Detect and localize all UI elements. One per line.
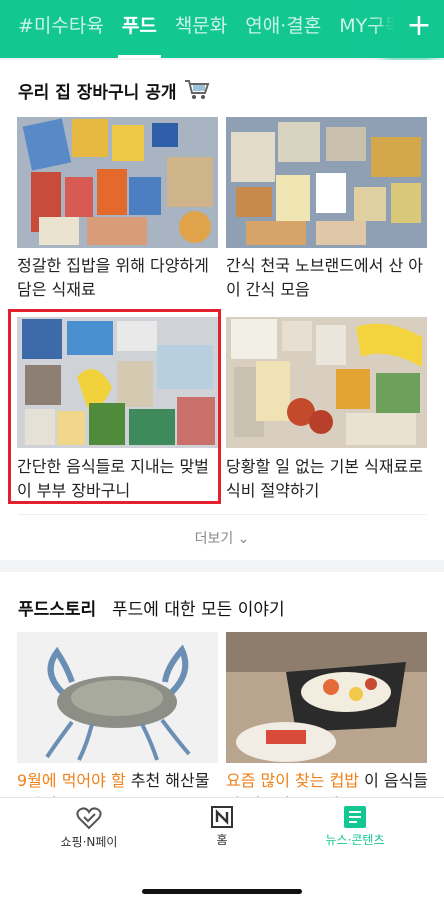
tab-food[interactable]: 푸드 bbox=[117, 0, 161, 58]
article-caption[interactable]: 간식 천국 노브랜드에서 산 아이 간식 모음 bbox=[226, 254, 431, 302]
article-caption[interactable]: 당황할 일 없는 기본 식재료로 식비 절약하기 bbox=[226, 455, 431, 503]
highlight-box bbox=[8, 309, 221, 504]
heart-check-icon bbox=[76, 807, 102, 830]
divider bbox=[18, 514, 426, 515]
nav-shopping-npay[interactable]: 쇼핑·N페이 bbox=[29, 806, 149, 850]
caption-highlight: 요즘 많이 찾는 컵밥 bbox=[226, 771, 360, 790]
nav-label: 쇼핑·N페이 bbox=[60, 835, 118, 849]
article-thumbnail[interactable] bbox=[226, 117, 427, 248]
chevron-down-icon: ⌄ bbox=[237, 531, 250, 547]
n-logo-icon bbox=[211, 806, 233, 828]
tab-dating-marriage[interactable]: 연애·결혼 bbox=[245, 0, 321, 58]
shopping-cart-icon bbox=[185, 80, 210, 99]
tab-books-culture[interactable]: 책문화 bbox=[175, 0, 227, 58]
home-indicator bbox=[142, 889, 302, 894]
article-thumbnail[interactable] bbox=[226, 317, 427, 448]
nav-news-contents[interactable]: 뉴스·콘텐츠 bbox=[295, 806, 415, 848]
section-title: 푸드스토리 bbox=[18, 600, 97, 620]
more-label: 더보기 bbox=[194, 531, 234, 547]
section-subtitle: 푸드에 대한 모든 이야기 bbox=[112, 600, 285, 620]
section-title: 우리 집 장바구니 공개 bbox=[18, 83, 177, 103]
caption-highlight: 9월에 먹어야 할 bbox=[17, 771, 126, 790]
tab-my-subscription[interactable]: MY구독 bbox=[339, 0, 402, 58]
article-thumbnail[interactable] bbox=[226, 632, 427, 763]
plus-icon[interactable]: + bbox=[394, 0, 444, 58]
more-button[interactable]: 더보기 ⌄ bbox=[0, 528, 444, 548]
tab-misutayuk[interactable]: #미수타육 bbox=[18, 0, 104, 58]
nav-label: 뉴스·콘텐츠 bbox=[325, 833, 385, 847]
top-tab-bar: #미수타육 푸드 책문화 연애·결혼 MY구독 + bbox=[0, 0, 444, 58]
article-thumbnail[interactable] bbox=[17, 632, 218, 763]
nav-label: 홈 bbox=[216, 833, 228, 847]
article-caption[interactable]: 정갈한 집밥을 위해 다양하게 담은 식재료 bbox=[17, 254, 222, 302]
news-icon bbox=[344, 806, 366, 828]
nav-home[interactable]: 홈 bbox=[162, 806, 282, 848]
article-thumbnail[interactable] bbox=[17, 117, 218, 248]
